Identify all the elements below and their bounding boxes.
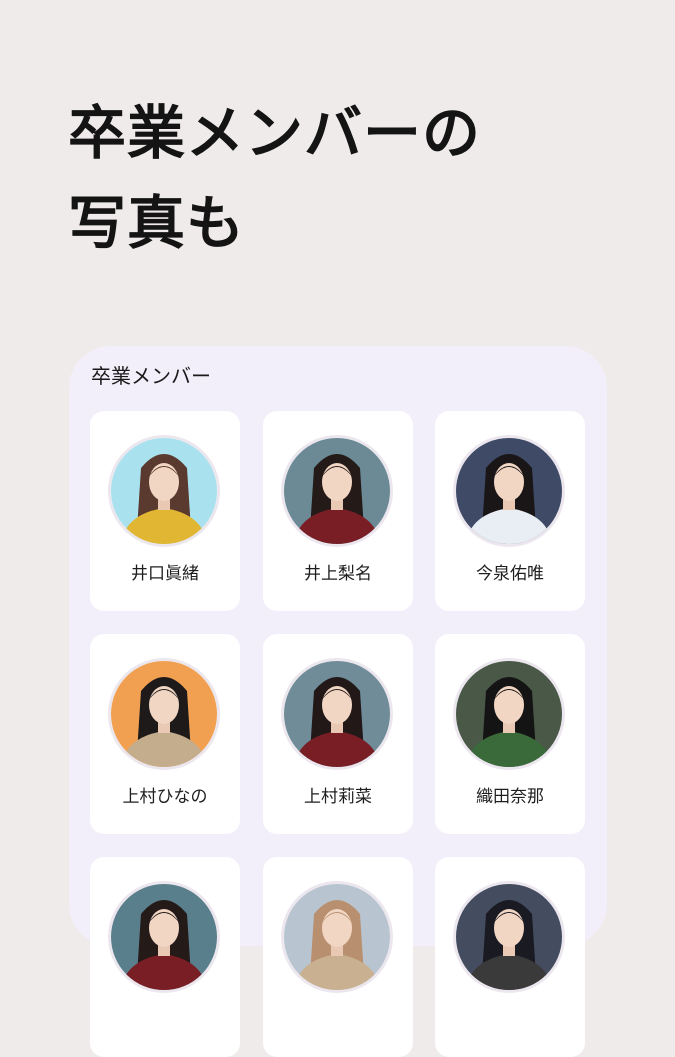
hero-headline: 卒業メンバーの 写真も	[68, 88, 628, 268]
member-photo	[456, 661, 562, 767]
member-photo	[284, 438, 390, 544]
section-title: 卒業メンバー	[91, 364, 211, 388]
member-photo	[111, 661, 217, 767]
member-card[interactable]	[263, 857, 413, 1057]
member-card[interactable]: 織田奈那	[435, 634, 585, 834]
member-name: 上村莉菜	[304, 787, 372, 807]
member-card[interactable]	[90, 857, 240, 1057]
member-photo	[456, 438, 562, 544]
member-name: 井上梨名	[304, 564, 372, 584]
member-photo	[111, 438, 217, 544]
member-card[interactable]: 井上梨名	[263, 411, 413, 611]
member-card[interactable]	[435, 857, 585, 1057]
member-photo	[284, 661, 390, 767]
member-name: 上村ひなの	[122, 787, 208, 807]
member-card[interactable]: 今泉佑唯	[435, 411, 585, 611]
graduated-members-panel: 卒業メンバー 井口眞緒 井上梨名 今泉佑唯上村ひなの 上村莉菜 織田奈那	[69, 346, 607, 1057]
member-name: 織田奈那	[476, 787, 544, 807]
member-name: 井口眞緒	[131, 564, 199, 584]
member-card[interactable]: 井口眞緒	[90, 411, 240, 611]
member-card[interactable]: 上村莉菜	[263, 634, 413, 834]
headline-line-2: 写真も	[68, 189, 246, 257]
headline-line-1: 卒業メンバーの	[68, 99, 482, 167]
member-name: 今泉佑唯	[476, 564, 544, 584]
member-card[interactable]: 上村ひなの	[90, 634, 240, 834]
